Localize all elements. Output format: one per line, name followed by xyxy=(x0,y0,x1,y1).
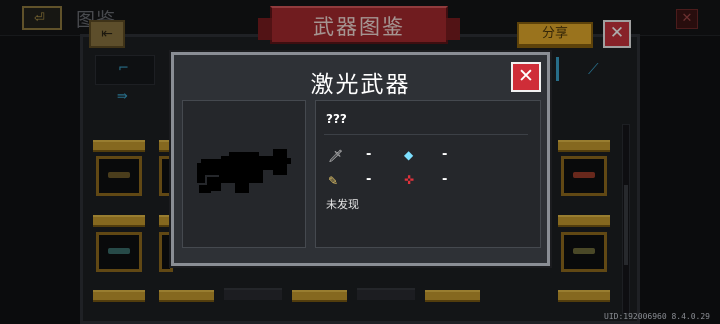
weapon-preview xyxy=(182,100,306,248)
dialog-close-button[interactable]: ✕ xyxy=(511,62,541,92)
uid-label: UID:192006960 8.4.0.29 xyxy=(604,312,710,321)
discovery-status: 未发现 xyxy=(326,198,359,211)
divider xyxy=(324,134,528,135)
damage-value: - xyxy=(366,147,372,162)
crystal-icon: ◆ xyxy=(404,148,414,162)
bullet-icon: ✎ xyxy=(328,174,339,188)
crit-value: - xyxy=(366,172,372,187)
weapon-info-panel: ??? 🗡 - ◆ - ✎ - ✜ - 未发现 xyxy=(315,100,541,248)
sword-icon: 🗡 xyxy=(328,149,344,163)
dialog-title: 激光武器 xyxy=(310,72,411,98)
crosshair-icon: ✜ xyxy=(404,173,415,187)
energy-cost-value: - xyxy=(442,147,448,162)
weapon-detail-dialog: 激光武器 ✕ ??? 🗡 - ◆ - ✎ - ✜ - 未发现 xyxy=(171,52,550,266)
accuracy-value: - xyxy=(442,172,448,187)
laser-weapon-silhouette-icon xyxy=(197,149,291,193)
weapon-name: ??? xyxy=(326,112,347,126)
